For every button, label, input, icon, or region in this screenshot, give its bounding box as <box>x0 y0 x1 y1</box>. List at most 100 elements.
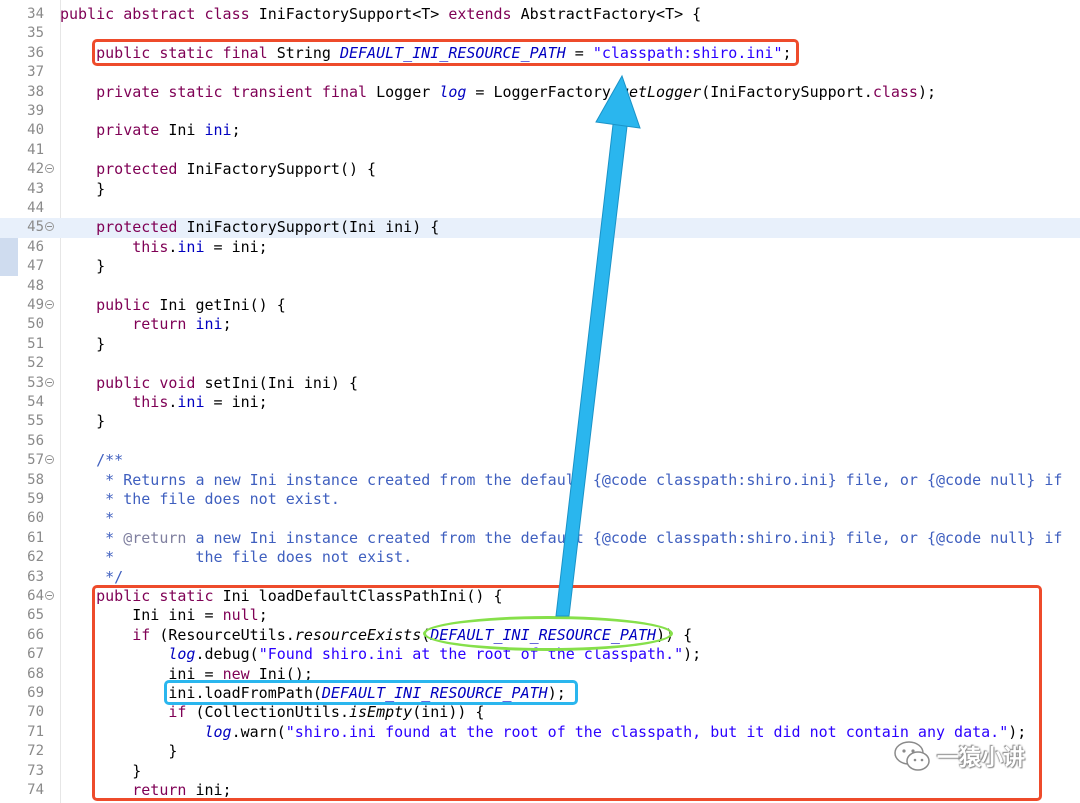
code-token: = LoggerFactory. <box>466 82 620 101</box>
code-token: @return <box>123 528 187 547</box>
code-token: protected <box>96 218 187 237</box>
line-number: 47 <box>27 258 44 275</box>
code-token: this <box>132 237 169 256</box>
line-number: 54 <box>27 394 44 410</box>
code-line: 49 public Ini getIni() { <box>0 296 1080 315</box>
code-token: Ini getIni() { <box>159 296 286 314</box>
fold-toggle-icon[interactable] <box>45 455 54 465</box>
code-line: 48 <box>0 277 1080 296</box>
line-number: 55 <box>27 413 44 430</box>
line-number: 48 <box>27 277 44 294</box>
code-token: ini <box>204 121 232 140</box>
code-line: 42 protected IniFactorySupport() { <box>0 160 1080 179</box>
line-number: 64 <box>27 588 44 604</box>
code-token: ini <box>195 315 223 334</box>
code-line: 61 * @return a new Ini instance created … <box>0 529 1080 548</box>
line-number: 57 <box>27 452 44 469</box>
line-number: 62 <box>27 549 44 566</box>
code-token: (IniFactorySupport. <box>701 82 873 101</box>
line-number: 35 <box>27 25 44 42</box>
line-number: 69 <box>27 685 44 701</box>
code-line: 43 } <box>0 180 1080 199</box>
fold-toggle-icon[interactable] <box>45 377 54 387</box>
line-number: 36 <box>27 44 44 61</box>
fold-toggle-icon[interactable] <box>45 222 54 232</box>
code-token: private static transient final <box>96 82 377 101</box>
constant-usage-oval <box>423 616 673 651</box>
line-number: 61 <box>27 529 44 546</box>
line-number: 52 <box>27 355 44 372</box>
code-token: * the file does not exist. <box>60 548 413 567</box>
code-token: IniFactorySupport<T> <box>258 5 449 23</box>
fold-toggle-icon[interactable] <box>45 164 54 174</box>
code-text: this.ini = ini; <box>60 237 268 257</box>
line-number: 70 <box>27 704 44 721</box>
code-token: ; <box>231 121 241 140</box>
code-text: } <box>60 257 105 276</box>
load-from-path-highlight-box <box>164 680 578 705</box>
code-text: protected IniFactorySupport() { <box>60 160 376 179</box>
code-line: 51 } <box>0 335 1080 354</box>
code-token: * the file does not exist. <box>60 490 340 508</box>
line-number: 40 <box>27 122 44 139</box>
code-text: * @return a new Ini instance created fro… <box>60 529 1062 548</box>
code-token: ; <box>222 315 232 334</box>
code-token: ); <box>917 82 937 101</box>
fold-toggle-icon[interactable] <box>45 591 54 600</box>
code-text: public Ini getIni() { <box>60 296 286 315</box>
line-number: 72 <box>27 743 44 760</box>
line-number: 71 <box>27 723 44 740</box>
code-line: 40 private Ini ini; <box>0 121 1080 140</box>
line-number: 39 <box>27 103 44 119</box>
line-number: 42 <box>27 161 44 178</box>
line-number: 58 <box>27 471 44 488</box>
line-number: 60 <box>27 510 44 527</box>
code-line: 59 * the file does not exist. <box>0 490 1080 509</box>
code-line: 47 } <box>0 257 1080 276</box>
line-number: 44 <box>27 200 44 216</box>
code-token: * <box>60 509 115 528</box>
code-token: public abstract class <box>60 5 259 23</box>
code-line: 58 * Returns a new Ini instance created … <box>0 471 1080 490</box>
code-text: this.ini = ini; <box>60 393 268 412</box>
line-number: 34 <box>27 6 44 22</box>
code-token: setIni(Ini ini) { <box>204 373 359 392</box>
fold-toggle-icon[interactable] <box>45 300 54 309</box>
code-text: /** <box>60 451 123 470</box>
line-number: 67 <box>27 646 44 663</box>
code-token: = ini; <box>204 237 268 256</box>
line-number: 50 <box>27 316 44 333</box>
code-text: protected IniFactorySupport(Ini ini) { <box>60 218 439 237</box>
line-number: 38 <box>27 83 44 100</box>
code-text: * the file does not exist. <box>60 490 340 509</box>
code-line: 54 this.ini = ini; <box>0 393 1080 412</box>
code-token: /** <box>60 451 124 470</box>
line-number: 73 <box>27 762 44 779</box>
code-token: class <box>872 82 918 101</box>
code-text: return ini; <box>60 315 232 334</box>
code-text: private static transient final Logger lo… <box>60 83 936 102</box>
code-token: getLogger <box>619 82 702 101</box>
code-line: 57 /** <box>0 451 1080 470</box>
line-number: 68 <box>27 665 44 682</box>
watermark: 一猿小讲 <box>893 737 1063 775</box>
code-token: return <box>132 315 196 334</box>
code-token: * Returns a new Ini instance created fro… <box>60 470 1063 489</box>
code-token: = ini; <box>204 393 268 411</box>
code-token: protected <box>96 160 187 179</box>
code-token: this <box>132 393 169 411</box>
code-token: private <box>96 121 169 140</box>
code-text: * Returns a new Ini instance created fro… <box>60 471 1062 490</box>
line-number: 37 <box>27 64 44 81</box>
code-token: } <box>60 257 106 276</box>
code-token: } <box>60 179 106 198</box>
code-editor[interactable]: 34 public abstract class IniFactorySuppor… <box>0 0 1080 803</box>
code-token: extends <box>448 5 521 23</box>
code-token: AbstractFactory<T> { <box>520 5 702 23</box>
